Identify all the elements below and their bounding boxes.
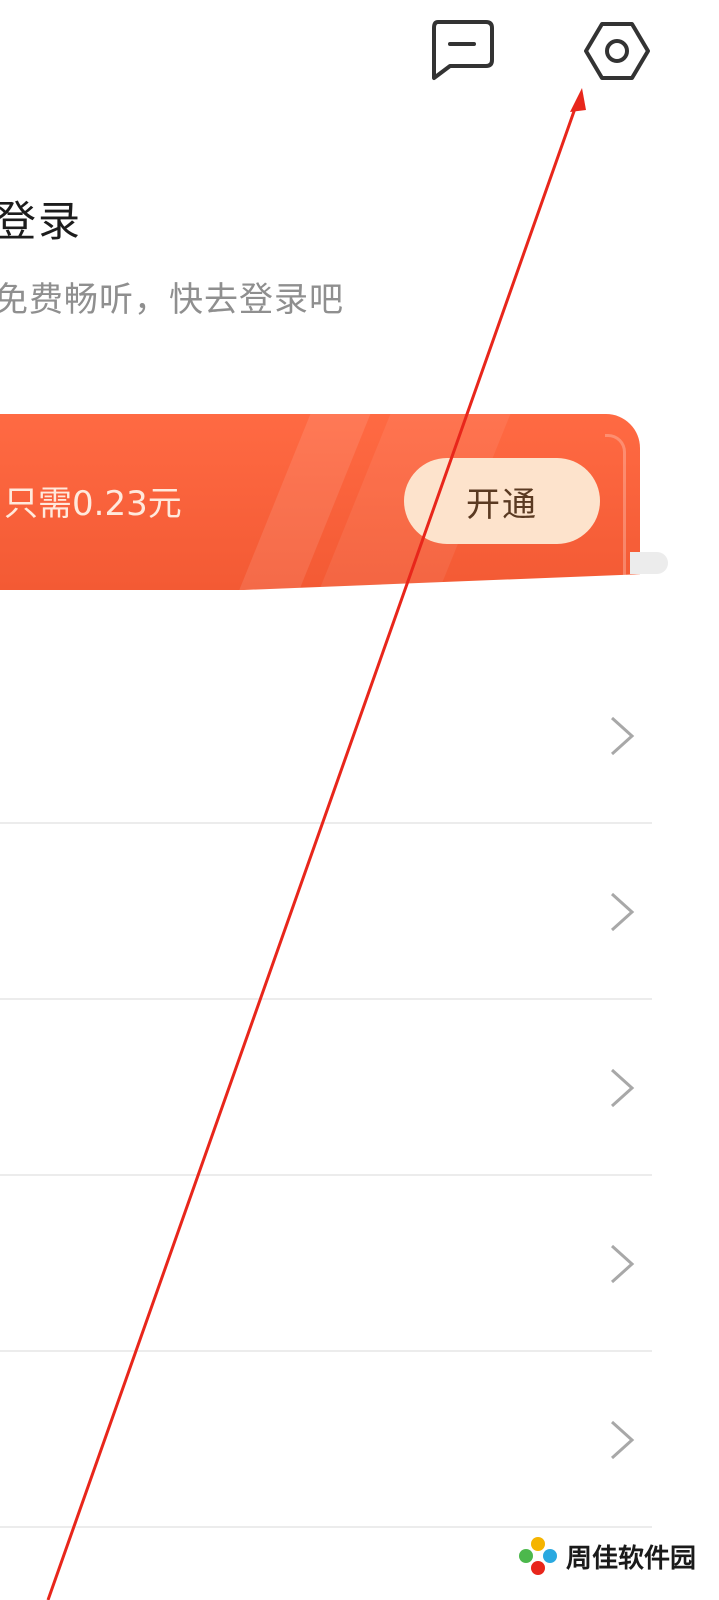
message-square-icon [432,20,494,80]
watermark: 周佳软件园 [516,1528,706,1584]
menu-row[interactable] [0,822,652,1000]
chevron-right-icon [610,1244,635,1284]
menu-row[interactable] [0,646,652,824]
menu-row[interactable] [0,1350,652,1528]
menu-row[interactable] [0,1174,652,1352]
gear-hexagon-icon [584,22,650,80]
message-button[interactable] [428,18,496,82]
vip-price-text: 只需0.23元 [4,484,182,524]
watermark-text: 周佳软件园 [566,1543,697,1574]
chevron-right-icon [610,716,635,756]
chevron-right-icon [610,892,635,932]
chevron-right-icon [610,1068,635,1108]
pinwheel-logo-icon [519,1537,557,1575]
banner-edge-decoration [605,434,626,577]
vip-banner[interactable]: 只需0.23元 开通 [0,414,640,590]
open-vip-button[interactable]: 开通 [404,458,600,544]
login-subtitle: 免费畅听，快去登录吧 [0,280,344,320]
login-title[interactable]: 登录 [0,188,82,249]
banner-tail-shadow [630,552,668,574]
settings-button[interactable] [580,14,654,88]
chevron-right-icon [610,1420,635,1460]
menu-row[interactable] [0,998,652,1176]
